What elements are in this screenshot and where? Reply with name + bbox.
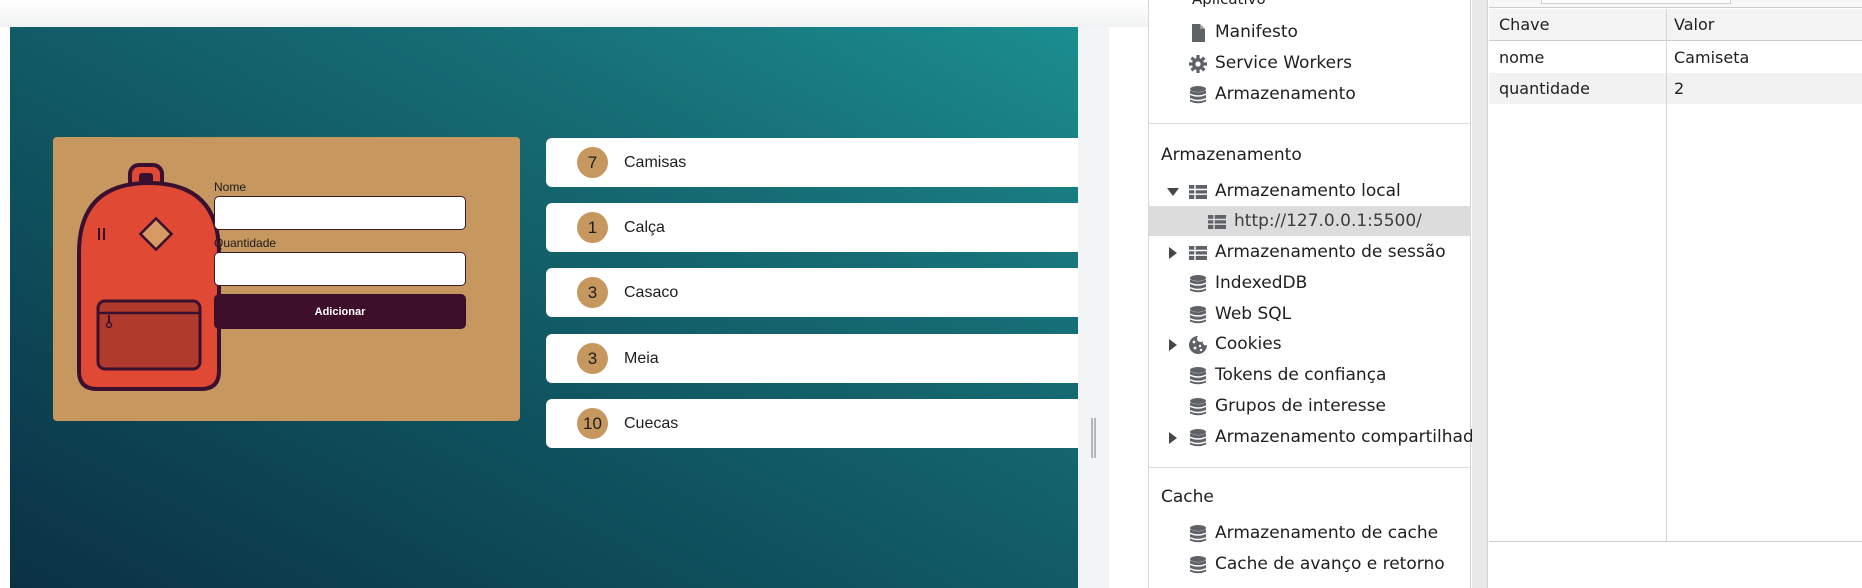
list-item: 3 Casaco <box>546 268 1078 317</box>
list-item: 1 Calça <box>546 203 1078 252</box>
database-icon <box>1190 367 1206 385</box>
sidebar-item-service-workers[interactable]: Service Workers <box>1149 48 1471 78</box>
database-icon <box>1190 429 1206 447</box>
sidebar-item-label: Armazenamento <box>1215 84 1356 104</box>
column-header-value[interactable]: Valor <box>1674 15 1714 34</box>
row-key: quantidade <box>1499 79 1590 98</box>
devtools-application-sidebar: Aplicativo Manifesto Service Workers <box>1148 0 1484 588</box>
page-top-strip <box>0 0 1148 27</box>
section-title-cache: Cache <box>1161 487 1214 507</box>
quantity-badge: 10 <box>577 408 608 439</box>
row-value: 2 <box>1674 79 1685 98</box>
name-input[interactable] <box>214 196 466 230</box>
expand-arrow-icon[interactable] <box>1169 339 1177 351</box>
quantity-badge: 1 <box>577 212 608 243</box>
grid-icon <box>1189 246 1207 260</box>
sidebar-item-label: Cookies <box>1215 334 1282 354</box>
file-icon <box>1192 24 1205 42</box>
item-name: Calça <box>624 218 665 236</box>
sidebar-item-label: Web SQL <box>1215 304 1292 324</box>
sidebar-item-session-storage[interactable]: Armazenamento de sessão <box>1149 237 1471 267</box>
storage-table: Chave Valor nome Camiseta quantidade 2 <box>1489 0 1862 588</box>
list-item: 10 Cuecas <box>546 399 1078 448</box>
sidebar-item-websql[interactable]: Web SQL <box>1149 299 1471 329</box>
sidebar-heading-application: Aplicativo <box>1192 0 1266 8</box>
quantity-badge: 7 <box>577 147 608 178</box>
sidebar-item-indexeddb[interactable]: IndexedDB <box>1149 268 1471 298</box>
name-label: Nome <box>214 180 247 194</box>
item-name: Cuecas <box>624 414 679 432</box>
row-key: nome <box>1499 48 1545 67</box>
viewport-gutter <box>1078 27 1109 588</box>
database-icon <box>1190 275 1206 293</box>
list-item: 3 Meia <box>546 334 1078 383</box>
list-item: 7 Camisas <box>546 138 1078 187</box>
column-header-key[interactable]: Chave <box>1499 15 1549 34</box>
sidebar-item-local-storage[interactable]: Armazenamento local <box>1149 176 1471 206</box>
cookie-icon <box>1189 336 1207 354</box>
filter-input[interactable] <box>1541 0 1731 4</box>
sidebar-divider <box>1149 467 1471 468</box>
item-name: Camisas <box>624 153 687 171</box>
expand-arrow-icon[interactable] <box>1169 247 1177 259</box>
sidebar-item-label: Armazenamento de sessão <box>1215 242 1446 262</box>
table-bottom-border <box>1489 541 1862 542</box>
row-value: Camiseta <box>1674 48 1750 67</box>
database-icon <box>1190 86 1206 104</box>
panel-splitter[interactable] <box>1472 0 1488 588</box>
sidebar-item-label: Service Workers <box>1215 53 1352 73</box>
table-header: Chave Valor <box>1489 9 1862 41</box>
viewport-resize-handle[interactable] <box>1091 418 1096 458</box>
sidebar-item-label: http://127.0.0.1:5500/ <box>1234 211 1422 231</box>
expand-arrow-icon[interactable] <box>1167 188 1179 196</box>
section-title-storage: Armazenamento <box>1161 145 1302 165</box>
sidebar-item-label: Armazenamento de cache <box>1215 523 1439 543</box>
sidebar-divider <box>1149 123 1471 124</box>
add-item-form: Nome Quantidade Adicionar <box>53 137 520 421</box>
quantity-input[interactable] <box>214 252 466 286</box>
sidebar-item-label: IndexedDB <box>1215 273 1308 293</box>
database-icon <box>1190 306 1206 324</box>
quantity-label: Quantidade <box>214 236 277 250</box>
sidebar-item-manifest[interactable]: Manifesto <box>1149 17 1471 47</box>
app-viewport: Nome Quantidade Adicionar 7 Camisas 1 Ca… <box>10 27 1078 588</box>
database-icon <box>1190 398 1206 416</box>
sidebar-item-cache-storage[interactable]: Armazenamento de cache <box>1149 518 1471 548</box>
database-icon <box>1190 556 1206 574</box>
backpack-illustration <box>77 163 221 391</box>
gear-icon <box>1189 55 1207 73</box>
sidebar-item-label: Armazenamento local <box>1215 181 1401 201</box>
sidebar-item-local-origin[interactable]: http://127.0.0.1:5500/ <box>1149 206 1471 236</box>
item-name: Meia <box>624 349 659 367</box>
column-separator[interactable] <box>1666 9 1667 541</box>
sidebar-item-label: Tokens de confiança <box>1215 365 1387 385</box>
grid-icon <box>1208 215 1226 229</box>
expand-arrow-icon[interactable] <box>1169 432 1177 444</box>
filter-toolbar <box>1489 0 1862 8</box>
grid-icon <box>1189 185 1207 199</box>
sidebar-item-label: Manifesto <box>1215 22 1298 42</box>
sidebar-item-shared-storage[interactable]: Armazenamento compartilhado <box>1149 422 1484 452</box>
sidebar-item-back-forward-cache[interactable]: Cache de avanço e retorno <box>1149 549 1471 579</box>
item-name: Casaco <box>624 283 679 301</box>
sidebar-item-label: Grupos de interesse <box>1215 396 1386 416</box>
add-button[interactable]: Adicionar <box>214 294 466 329</box>
sidebar-item-label: Armazenamento compartilhado <box>1215 427 1485 447</box>
sidebar-item-trust-tokens[interactable]: Tokens de confiança <box>1149 360 1471 390</box>
table-row[interactable]: quantidade 2 <box>1489 73 1862 104</box>
sidebar-item-interest-groups[interactable]: Grupos de interesse <box>1149 391 1471 421</box>
sidebar-item-cookies[interactable]: Cookies <box>1149 329 1471 359</box>
quantity-badge: 3 <box>577 343 608 374</box>
table-row[interactable]: nome Camiseta <box>1489 42 1862 73</box>
sidebar-item-storage[interactable]: Armazenamento <box>1149 79 1471 109</box>
sidebar-item-label: Cache de avanço e retorno <box>1215 554 1445 574</box>
quantity-badge: 3 <box>577 277 608 308</box>
database-icon <box>1190 525 1206 543</box>
